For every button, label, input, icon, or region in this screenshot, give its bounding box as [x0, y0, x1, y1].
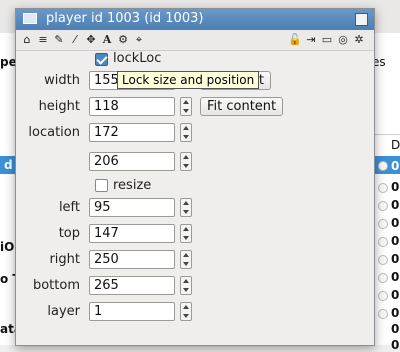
background-cell: 0 [391, 338, 400, 352]
fit-content-button[interactable]: Fit content [200, 97, 284, 116]
background-cell: 0 [391, 198, 400, 212]
pencil-icon[interactable]: ✎ [52, 33, 66, 47]
title-bar[interactable]: player id 1003 (id 1003) [16, 9, 374, 30]
left-field[interactable]: 95 [89, 198, 175, 217]
lockloc-label: lockLoc [113, 51, 162, 66]
window-icon [23, 13, 37, 24]
status-dot-icon [378, 219, 388, 229]
top-label: top [58, 226, 80, 241]
left-stepper[interactable] [180, 198, 192, 217]
background-fragment: d [4, 158, 13, 172]
layer-field[interactable]: 1 [89, 302, 175, 321]
target-icon[interactable]: ◎ [336, 33, 350, 47]
background-cell: 0 [391, 216, 400, 230]
background-column-header: D [391, 138, 400, 152]
lockloc-checkbox[interactable] [95, 53, 108, 66]
left-label: left [58, 200, 80, 215]
location-y-field[interactable]: 206 [89, 152, 175, 171]
text-icon[interactable]: A [100, 33, 114, 47]
bottom-field[interactable]: 265 [89, 276, 175, 295]
layer-stepper[interactable] [180, 302, 192, 321]
background-cell: 0 [391, 322, 400, 336]
lockloc-tooltip: Lock size and position [117, 71, 260, 89]
window-title: player id 1003 (id 1003) [46, 11, 204, 26]
property-inspector-window: player id 1003 (id 1003) ⌂ ≡ ✎ ⁄ ✥ A ⚙ ⌖… [15, 8, 375, 346]
location-label: location [28, 125, 80, 140]
close-window-button[interactable] [355, 13, 368, 26]
location-x-field[interactable]: 172 [89, 123, 175, 142]
status-dot-icon [378, 237, 388, 247]
toolbar: ⌂ ≡ ✎ ⁄ ✥ A ⚙ ⌖ 🔓 ⇥ ▭ ◎ ✲ [16, 30, 374, 51]
status-dot-icon [378, 201, 388, 211]
crosshair-icon[interactable]: ⌖ [132, 33, 146, 47]
background-cell: 0 [391, 252, 400, 266]
home-icon[interactable]: ⌂ [20, 33, 34, 47]
top-stepper[interactable] [180, 224, 192, 243]
status-dot-icon [378, 183, 388, 193]
gears-icon[interactable]: ⚙ [116, 33, 130, 47]
database-icon[interactable]: ≡ [36, 33, 50, 47]
status-dot-icon [378, 273, 388, 283]
status-dot-icon [378, 161, 388, 171]
background-fragment: iO [0, 240, 15, 254]
background-cell: 0 [391, 234, 400, 248]
background-cell: 0 [391, 306, 400, 320]
status-dot-icon [378, 309, 388, 319]
height-field[interactable]: 118 [89, 97, 175, 116]
background-cell: 0 [391, 180, 400, 194]
lock-icon[interactable]: 🔓 [288, 33, 302, 47]
top-field[interactable]: 147 [89, 224, 175, 243]
right-label: right [49, 252, 80, 267]
height-label: height [38, 99, 80, 114]
move-icon[interactable]: ✥ [84, 33, 98, 47]
layer-label: layer [47, 304, 80, 319]
bottom-stepper[interactable] [180, 276, 192, 295]
exit-icon[interactable]: ⇥ [304, 33, 318, 47]
status-dot-icon [378, 255, 388, 265]
wand-icon[interactable]: ⁄ [68, 33, 82, 47]
background-cell: 0 [391, 159, 400, 173]
location-x-stepper[interactable] [180, 123, 192, 142]
location-y-stepper[interactable] [180, 152, 192, 171]
background-cell: 0 [391, 270, 400, 284]
message-icon[interactable]: ▭ [320, 33, 334, 47]
height-stepper[interactable] [180, 97, 192, 116]
resize-checkbox[interactable] [95, 179, 108, 192]
status-dot-icon [378, 291, 388, 301]
right-field[interactable]: 250 [89, 250, 175, 269]
background-cell: 0 [391, 288, 400, 302]
width-label: width [44, 73, 80, 88]
bottom-label: bottom [32, 278, 80, 293]
right-stepper[interactable] [180, 250, 192, 269]
settings-icon[interactable]: ✲ [352, 33, 366, 47]
resize-label: resize [113, 178, 152, 193]
